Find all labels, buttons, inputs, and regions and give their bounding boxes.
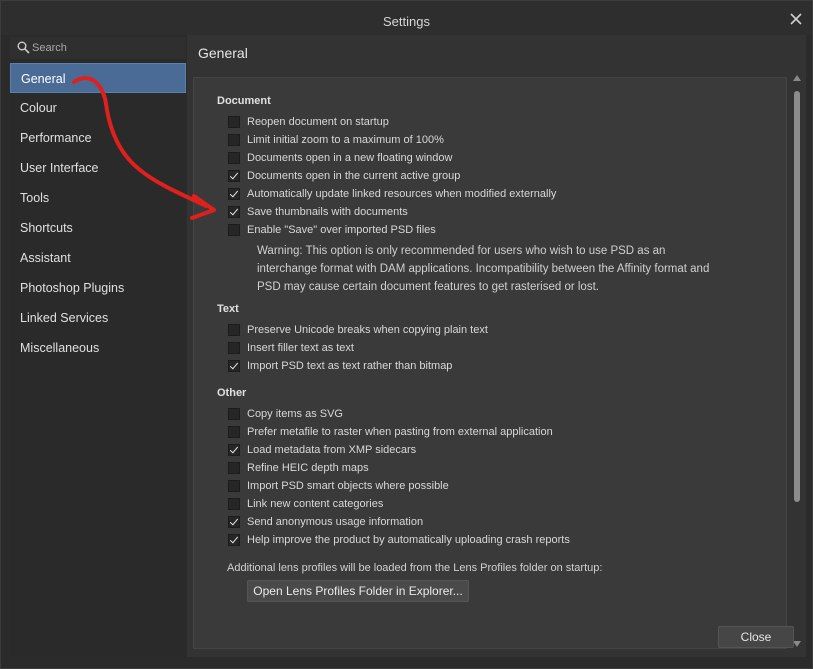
sidebar-item-photoshop-plugins[interactable]: Photoshop Plugins [10,273,186,303]
checkbox[interactable] [228,152,240,164]
checkbox[interactable] [228,224,240,236]
search-input[interactable] [32,39,180,57]
option-psd-smart-objects[interactable]: Import PSD smart objects where possible [228,478,449,494]
option-heic-depth[interactable]: Refine HEIC depth maps [228,460,369,476]
option-prefer-metafile[interactable]: Prefer metafile to raster when pasting f… [228,424,553,440]
checkbox[interactable] [228,324,240,336]
option-auto-update-linked[interactable]: Automatically update linked resources wh… [228,186,556,202]
search-icon [17,41,30,54]
option-filler-text[interactable]: Insert filler text as text [228,340,354,356]
settings-window: Settings General Colour Performance User… [0,0,813,669]
option-link-content-categories[interactable]: Link new content categories [228,496,383,512]
sidebar-item-colour[interactable]: Colour [10,93,186,123]
title-bar: Settings [1,1,812,35]
scroll-thumb[interactable] [794,91,800,502]
window-title: Settings [383,14,430,29]
option-crash-reports[interactable]: Help improve the product by automaticall… [228,532,570,548]
option-anonymous-usage[interactable]: Send anonymous usage information [228,514,423,530]
checkbox-checked[interactable] [228,170,240,182]
sidebar-item-shortcuts[interactable]: Shortcuts [10,213,186,243]
sidebar-item-miscellaneous[interactable]: Miscellaneous [10,333,186,363]
sidebar-item-assistant[interactable]: Assistant [10,243,186,273]
sidebar-item-tools[interactable]: Tools [10,183,186,213]
section-title-other: Other [217,387,247,399]
search-box[interactable] [10,37,186,59]
checkbox[interactable] [228,426,240,438]
sidebar-item-user-interface[interactable]: User Interface [10,153,186,183]
option-limit-initial-zoom[interactable]: Limit initial zoom to a maximum of 100% [228,132,444,148]
option-copy-svg[interactable]: Copy items as SVG [228,406,343,422]
vertical-scrollbar[interactable] [790,73,804,653]
option-preserve-unicode[interactable]: Preserve Unicode breaks when copying pla… [228,322,488,338]
sidebar-nav: General Colour Performance User Interfac… [10,63,186,363]
close-icon[interactable] [788,11,804,27]
option-reopen-document[interactable]: Reopen document on startup [228,114,389,130]
sidebar-item-linked-services[interactable]: Linked Services [10,303,186,333]
sidebar: General Colour Performance User Interfac… [10,35,186,657]
checkbox-checked[interactable] [228,516,240,528]
checkbox[interactable] [228,116,240,128]
option-import-psd-text[interactable]: Import PSD text as text rather than bitm… [228,358,452,374]
checkbox-checked[interactable] [228,188,240,200]
psd-warning-text: Warning: This option is only recommended… [257,245,710,293]
checkbox-checked[interactable] [228,534,240,546]
option-new-floating-window[interactable]: Documents open in a new floating window [228,150,452,166]
checkbox-checked[interactable] [228,206,240,218]
section-title-document: Document [217,95,271,107]
checkbox-checked[interactable] [228,444,240,456]
sidebar-item-performance[interactable]: Performance [10,123,186,153]
open-lens-folder-button[interactable]: Open Lens Profiles Folder in Explorer... [247,580,469,602]
checkbox-checked[interactable] [228,360,240,372]
section-title-text: Text [217,303,239,315]
sidebar-item-general[interactable]: General [10,63,186,93]
checkbox[interactable] [228,480,240,492]
option-current-active-group[interactable]: Documents open in the current active gro… [228,168,460,184]
scroll-up-icon[interactable] [793,75,801,81]
checkbox[interactable] [228,462,240,474]
main-content: General Document Reopen document on star… [187,35,806,657]
checkbox[interactable] [228,134,240,146]
close-button[interactable]: Close [718,626,794,648]
checkbox[interactable] [228,498,240,510]
option-xmp-sidecars[interactable]: Load metadata from XMP sidecars [228,442,416,458]
checkbox[interactable] [228,342,240,354]
option-enable-save-psd[interactable]: Enable "Save" over imported PSD files [228,222,436,238]
lens-profiles-note: Additional lens profiles will be loaded … [227,562,603,574]
checkbox[interactable] [228,408,240,420]
option-save-thumbnails[interactable]: Save thumbnails with documents [228,204,408,220]
settings-panel: Document Reopen document on startup Limi… [193,77,787,649]
scroll-down-icon[interactable] [793,641,801,647]
page-title: General [198,45,248,61]
